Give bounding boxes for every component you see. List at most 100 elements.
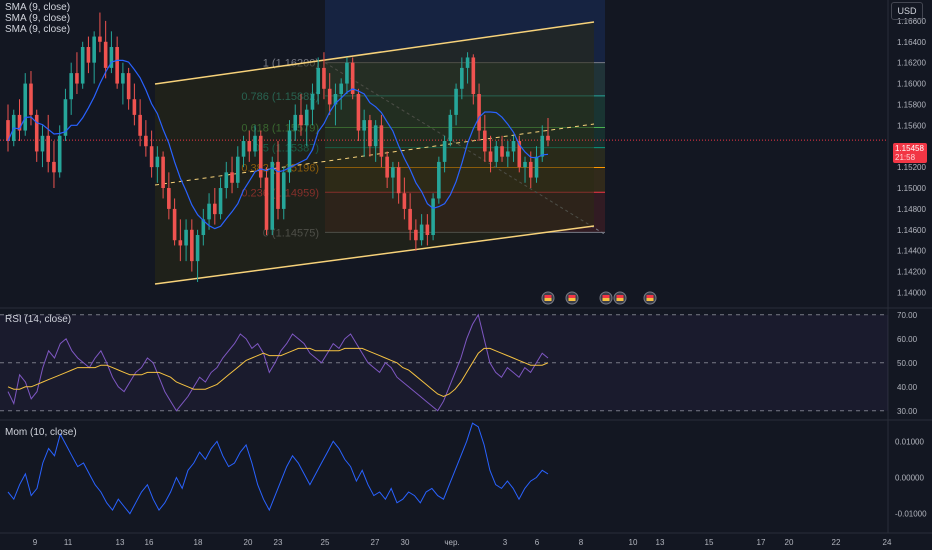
flag-icon	[568, 298, 576, 301]
candle-body	[465, 57, 470, 68]
candle-body	[149, 146, 154, 168]
candle-body	[241, 141, 246, 157]
candle-body	[75, 73, 79, 84]
candle-body	[391, 167, 395, 178]
chart-canvas[interactable]: 1 (1.16200)0.786 (1.15882)0.618 (1.15579…	[0, 0, 932, 550]
candle-body	[115, 47, 119, 84]
candle-body	[178, 240, 183, 246]
time-tick-label: 17	[757, 538, 766, 547]
candle-body	[322, 67, 326, 89]
channel-fill	[155, 22, 594, 284]
last-price-tag: 1.15458 21:58	[893, 143, 927, 163]
candle-body	[316, 67, 321, 95]
time-tick-label: 10	[629, 538, 638, 547]
rsi-tick-label: 30.00	[897, 407, 918, 416]
rsi-tick-label: 70.00	[897, 311, 918, 320]
currency-button[interactable]: USD	[891, 2, 923, 20]
indicator-legend: SMA (9, close) SMA (9, close) SMA (9, cl…	[5, 2, 70, 35]
candle-body	[29, 83, 33, 115]
candle-body	[184, 229, 188, 246]
candle-body	[431, 198, 435, 236]
flag-icon	[544, 298, 552, 301]
flag-icon	[616, 295, 624, 298]
candle-body	[281, 172, 286, 209]
legend-sma-3[interactable]: SMA (9, close)	[5, 24, 70, 35]
candle-body	[396, 167, 401, 194]
candle-body	[494, 146, 499, 162]
flag-icon	[544, 295, 552, 298]
price-tick-label: 1.16400	[897, 38, 926, 47]
candle-body	[86, 47, 91, 63]
candle-body	[57, 135, 62, 173]
candle-body	[213, 203, 217, 215]
candle-body	[195, 235, 200, 262]
candle-body	[126, 73, 131, 100]
flag-icon	[616, 298, 624, 301]
candle-body	[368, 120, 372, 147]
mom-pane-title[interactable]: Mom (10, close)	[5, 427, 77, 438]
candle-body	[379, 125, 384, 157]
candle-body	[523, 161, 527, 168]
mom-tick-label: 0.00000	[895, 474, 924, 483]
price-tick-label: 1.15800	[897, 100, 926, 109]
candle-body	[247, 141, 252, 152]
time-tick-label: 8	[579, 538, 584, 547]
time-tick-label: 25	[321, 538, 330, 547]
candle-body	[138, 114, 142, 136]
rsi-tick-label: 40.00	[897, 383, 918, 392]
candle-body	[258, 135, 263, 178]
candle-body	[103, 41, 108, 68]
price-tick-label: 1.16000	[897, 80, 926, 89]
candle-body	[345, 62, 349, 84]
candle-body	[356, 94, 361, 131]
mom-line	[7, 422, 549, 515]
candle-body	[442, 141, 447, 162]
candle-body	[414, 229, 418, 241]
candle-body	[155, 156, 160, 168]
time-tick-label: 23	[274, 538, 283, 547]
time-tick-label: 16	[145, 538, 154, 547]
candle-body	[190, 229, 194, 262]
candle-body	[477, 94, 481, 131]
candle-body	[488, 151, 493, 162]
candle-body	[437, 161, 441, 199]
last-price-value: 1.15458	[895, 144, 924, 153]
candle-body	[425, 224, 430, 236]
rsi-tick-label: 50.00	[897, 359, 918, 368]
candle-body	[327, 88, 332, 105]
price-tick-label: 1.16200	[897, 59, 926, 68]
candle-body	[483, 130, 487, 152]
time-tick-label: 22	[832, 538, 841, 547]
candle-body	[23, 83, 28, 131]
rsi-pane-title[interactable]: RSI (14, close)	[5, 314, 71, 325]
rsi-tick-label: 60.00	[897, 335, 918, 344]
candle-body	[546, 135, 550, 141]
candle-body	[339, 83, 343, 95]
price-tick-label: 1.15600	[897, 121, 926, 130]
candle-body	[373, 125, 378, 147]
candle-body	[511, 141, 516, 152]
legend-sma-1[interactable]: SMA (9, close)	[5, 2, 70, 13]
candle-body	[98, 36, 102, 42]
time-tick-label: чер.	[444, 538, 459, 547]
candle-body	[448, 114, 453, 142]
price-tick-label: 1.15000	[897, 184, 926, 193]
time-tick-label: 6	[535, 538, 540, 547]
candle-body	[144, 135, 148, 147]
candle-body	[230, 172, 234, 183]
candle-body	[224, 172, 229, 189]
candle-body	[253, 135, 257, 152]
candle-body	[304, 109, 309, 126]
price-tick-label: 1.14200	[897, 268, 926, 277]
candle-body	[80, 47, 85, 84]
candle-body	[287, 130, 292, 173]
candle-body	[161, 156, 165, 189]
candle-body	[471, 57, 476, 95]
flag-icon	[602, 298, 610, 301]
candle-body	[235, 156, 240, 183]
mom-tick-label: -0.01000	[895, 510, 927, 519]
legend-sma-2[interactable]: SMA (9, close)	[5, 13, 70, 24]
time-tick-label: 30	[401, 538, 410, 547]
candle-body	[52, 161, 56, 173]
price-tick-label: 1.14400	[897, 247, 926, 256]
